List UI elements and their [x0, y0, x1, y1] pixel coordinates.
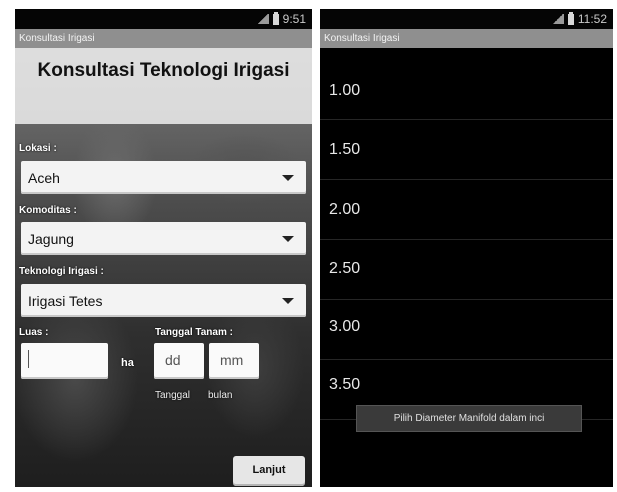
day-caption: Tanggal [155, 390, 191, 401]
status-time: 9:51 [282, 12, 306, 26]
diameter-option-4[interactable]: 2.50 [320, 240, 613, 300]
diameter-option-5[interactable]: 3.00 [320, 300, 613, 360]
teknologi-label: Teknologi Irigasi : [19, 266, 104, 277]
status-icons: 9:51 [256, 11, 306, 26]
day-input[interactable]: dd [154, 343, 204, 379]
status-icons: 11:52 [551, 11, 607, 26]
text-cursor [28, 350, 29, 368]
page-title: Konsultasi Teknologi Irigasi [37, 60, 290, 81]
toast-message: Pilih Diameter Manifold dalam inci [356, 405, 582, 432]
diameter-option-2[interactable]: 1.50 [320, 120, 613, 180]
teknologi-dropdown[interactable]: Irigasi Tetes [21, 284, 306, 317]
diameter-option-1[interactable]: 1.00 [320, 60, 613, 120]
lanjut-button[interactable]: Lanjut [233, 456, 305, 486]
status-time: 11:52 [577, 12, 607, 26]
luas-input[interactable] [21, 343, 108, 379]
tanggal-tanam-label: Tanggal Tanam : [155, 327, 233, 338]
day-placeholder: dd [165, 352, 181, 368]
signal-icon [551, 14, 564, 24]
komoditas-dropdown[interactable]: Jagung [21, 222, 306, 255]
battery-icon [272, 11, 279, 25]
list-item-label: 1.50 [329, 141, 361, 158]
komoditas-label: Komoditas : [19, 205, 77, 216]
lokasi-label: Lokasi : [19, 143, 57, 154]
app-title-bar: Konsultasi Irigasi [15, 29, 312, 48]
status-bar: 11:52 [320, 9, 613, 29]
list-item-label: 3.50 [329, 376, 361, 393]
luas-unit: ha [121, 357, 134, 369]
signal-icon [256, 14, 269, 24]
list-item-label: 2.00 [329, 201, 361, 218]
luas-label: Luas : [19, 327, 49, 338]
lanjut-button-label: Lanjut [252, 464, 286, 476]
diameter-option-3[interactable]: 2.00 [320, 180, 613, 240]
list-item-label: 2.50 [329, 260, 361, 277]
month-caption: bulan [208, 390, 233, 401]
month-input[interactable]: mm [209, 343, 259, 379]
dropdown-arrow-icon [282, 298, 294, 304]
list-item-label: 1.00 [329, 82, 361, 99]
dropdown-arrow-icon [282, 236, 294, 242]
komoditas-selected-value: Jagung [28, 231, 74, 247]
dropdown-arrow-icon [282, 175, 294, 181]
teknologi-selected-value: Irigasi Tetes [28, 293, 103, 309]
lokasi-dropdown[interactable]: Aceh [21, 161, 306, 194]
month-placeholder: mm [220, 352, 244, 368]
status-bar: 9:51 [15, 9, 312, 29]
battery-icon [567, 11, 574, 25]
list-item-label: 3.00 [329, 318, 361, 335]
phone-screen-list: 11:52 Konsultasi Irigasi 1.00 1.50 2.00 … [320, 9, 613, 487]
app-title-bar: Konsultasi Irigasi [320, 29, 613, 48]
phone-screen-form: 9:51 Konsultasi Irigasi Konsultasi Tekno… [15, 9, 312, 487]
lokasi-selected-value: Aceh [28, 170, 60, 186]
